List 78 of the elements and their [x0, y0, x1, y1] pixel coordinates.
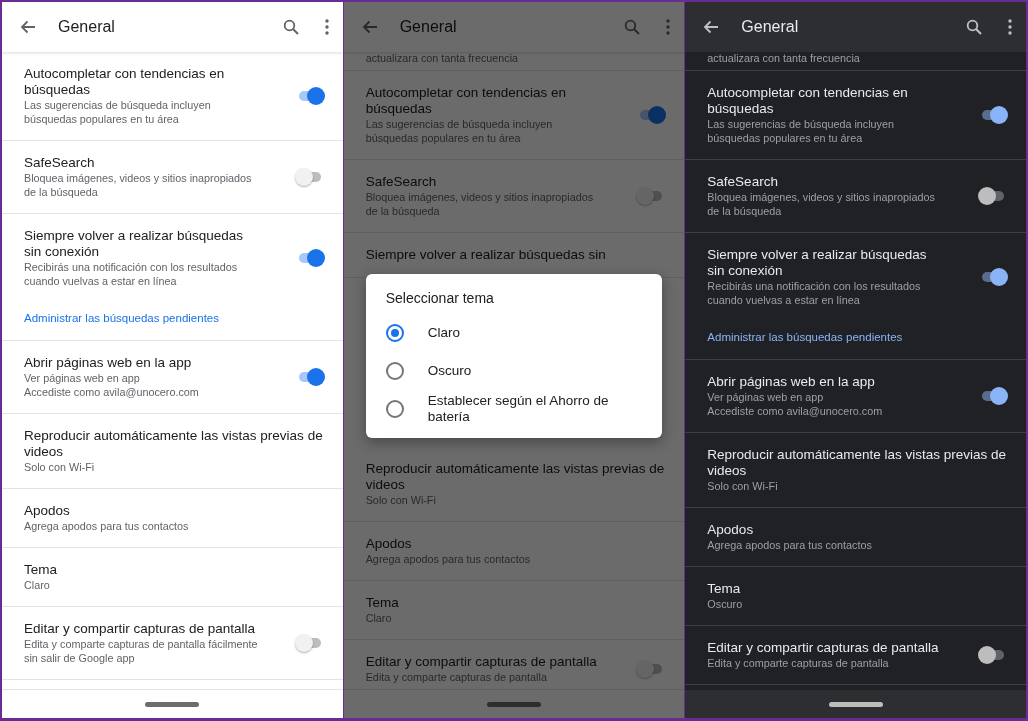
- setting-title[interactable]: Autocompletar con tendencias en búsquedas: [365, 85, 602, 117]
- toggle-switch[interactable]: [980, 646, 1006, 664]
- setting-title[interactable]: Siempre volver a realizar búsquedas sin conexión: [707, 247, 944, 279]
- setting-title[interactable]: Siempre volver a realizar búsquedas sin conexión: [24, 228, 260, 260]
- screen-title: General: [741, 18, 800, 36]
- option-label[interactable]: Claro: [427, 325, 460, 341]
- setting-title[interactable]: Editar y compartir capturas de pantalla: [24, 621, 260, 637]
- setting-description: Oscuro: [707, 597, 744, 611]
- toggle-switch[interactable]: [296, 634, 323, 652]
- back-arrow-icon[interactable]: [703, 19, 720, 35]
- setting-description: Edita y comparte capturas de pantalla fácilmente sin salir de Google app: [24, 637, 259, 665]
- setting-description: Las sugerencias de búsqueda incluyen búsquedas populares en tu área: [707, 117, 896, 145]
- setting-description: Recibirás una notificación con los resultados cuando vuelvas a estar en línea: [707, 279, 922, 307]
- setting-title[interactable]: SafeSearch: [365, 174, 602, 190]
- setting-title[interactable]: Reproducir automáticamente las vistas previas de videos: [365, 461, 669, 493]
- setting-description: Edita y comparte capturas de pantalla: [707, 656, 890, 670]
- option-label[interactable]: Oscuro: [427, 363, 472, 379]
- setting-description: actualizara con tanta frecuencia: [707, 52, 860, 64]
- setting-description: Bloquea imágenes, videos y sitios inapropiados de la búsqueda: [365, 190, 595, 218]
- setting-title[interactable]: Abrir páginas web en la app: [707, 374, 944, 390]
- setting-description: Las sugerencias de búsqueda incluyen búsquedas populares en tu área: [365, 117, 554, 145]
- setting-title[interactable]: Autocompletar con tendencias en búsquedas: [24, 66, 260, 98]
- home-handle[interactable]: [145, 701, 200, 707]
- toggle-switch[interactable]: [296, 168, 323, 186]
- setting-description: Recibirás una notificación con los resultados cuando vuelvas a estar en línea: [24, 260, 239, 288]
- more-options-icon[interactable]: [324, 19, 329, 35]
- setting-description: Bloquea imágenes, videos y sitios inapropiados de la búsqueda: [707, 190, 936, 218]
- back-arrow-icon[interactable]: [20, 19, 36, 35]
- setting-title[interactable]: Editar y compartir capturas de pantalla: [707, 640, 944, 656]
- toggle-switch[interactable]: [980, 187, 1006, 205]
- setting-description: Solo con Wi-Fi: [365, 493, 437, 507]
- screen-title: General: [399, 18, 458, 36]
- toggle-switch[interactable]: [638, 106, 665, 124]
- setting-description: Claro: [365, 611, 393, 625]
- toggle-switch[interactable]: [980, 387, 1006, 405]
- setting-title[interactable]: Abrir páginas web en la app: [24, 355, 260, 371]
- setting-description: Edita y comparte capturas de pantalla: [365, 670, 548, 684]
- manage-link[interactable]: Administrar las búsquedas pendientes: [707, 329, 903, 345]
- setting-title[interactable]: Autocompletar con tendencias en búsquedas: [707, 85, 944, 117]
- setting-description: Solo con Wi-Fi: [24, 460, 96, 474]
- home-handle[interactable]: [487, 701, 541, 707]
- search-icon[interactable]: [966, 19, 982, 35]
- setting-description: Ver páginas web en app: [707, 390, 825, 404]
- setting-description: Bloquea imágenes, videos y sitios inapropiados de la búsqueda: [24, 171, 253, 199]
- setting-title[interactable]: Apodos: [707, 522, 1010, 538]
- screen-title: General: [58, 18, 116, 36]
- radio-button[interactable]: [385, 324, 404, 342]
- setting-title[interactable]: SafeSearch: [24, 155, 260, 171]
- setting-description: Agrega apodos para tus contactos: [365, 552, 532, 566]
- setting-title[interactable]: Apodos: [365, 536, 669, 552]
- toggle-switch[interactable]: [980, 106, 1006, 124]
- option-label[interactable]: Establecer según el Ahorro de batería: [427, 393, 645, 425]
- setting-title[interactable]: Tema: [365, 595, 669, 611]
- setting-title[interactable]: SafeSearch: [707, 174, 944, 190]
- setting-title[interactable]: Reproducir automáticamente las vistas previas de videos: [707, 447, 1010, 479]
- setting-title[interactable]: Reproducir automáticamente las vistas previas de videos: [24, 428, 327, 460]
- radio-button[interactable]: [385, 362, 404, 380]
- dialog-title: Seleccionar tema: [385, 289, 495, 308]
- setting-description: Ver páginas web en app: [24, 371, 141, 385]
- manage-link[interactable]: Administrar las búsquedas pendientes: [24, 310, 219, 326]
- setting-description: Las sugerencias de búsqueda incluyen búsquedas populares en tu área: [24, 98, 212, 126]
- setting-description: actualizara con tanta frecuencia: [365, 52, 519, 64]
- setting-title[interactable]: Siempre volver a realizar búsquedas sin: [365, 247, 669, 263]
- setting-description: Accediste como avila@unocero.com: [707, 404, 884, 418]
- radio-button[interactable]: [385, 400, 404, 418]
- search-icon[interactable]: [282, 19, 299, 35]
- setting-description: Solo con Wi-Fi: [707, 479, 779, 493]
- setting-description: Agrega apodos para tus contactos: [707, 538, 873, 552]
- setting-description: Accediste como avila@unocero.com: [24, 385, 200, 399]
- home-handle[interactable]: [828, 701, 883, 707]
- setting-title[interactable]: Apodos: [24, 503, 327, 519]
- more-options-icon[interactable]: [1008, 19, 1012, 35]
- toggle-switch[interactable]: [980, 268, 1006, 286]
- setting-title[interactable]: Tema: [707, 581, 1010, 597]
- setting-description: Claro: [24, 578, 51, 592]
- setting-title[interactable]: Editar y compartir capturas de pantalla: [365, 654, 602, 670]
- setting-description: Agrega apodos para tus contactos: [24, 519, 190, 533]
- setting-title[interactable]: Tema: [24, 562, 327, 578]
